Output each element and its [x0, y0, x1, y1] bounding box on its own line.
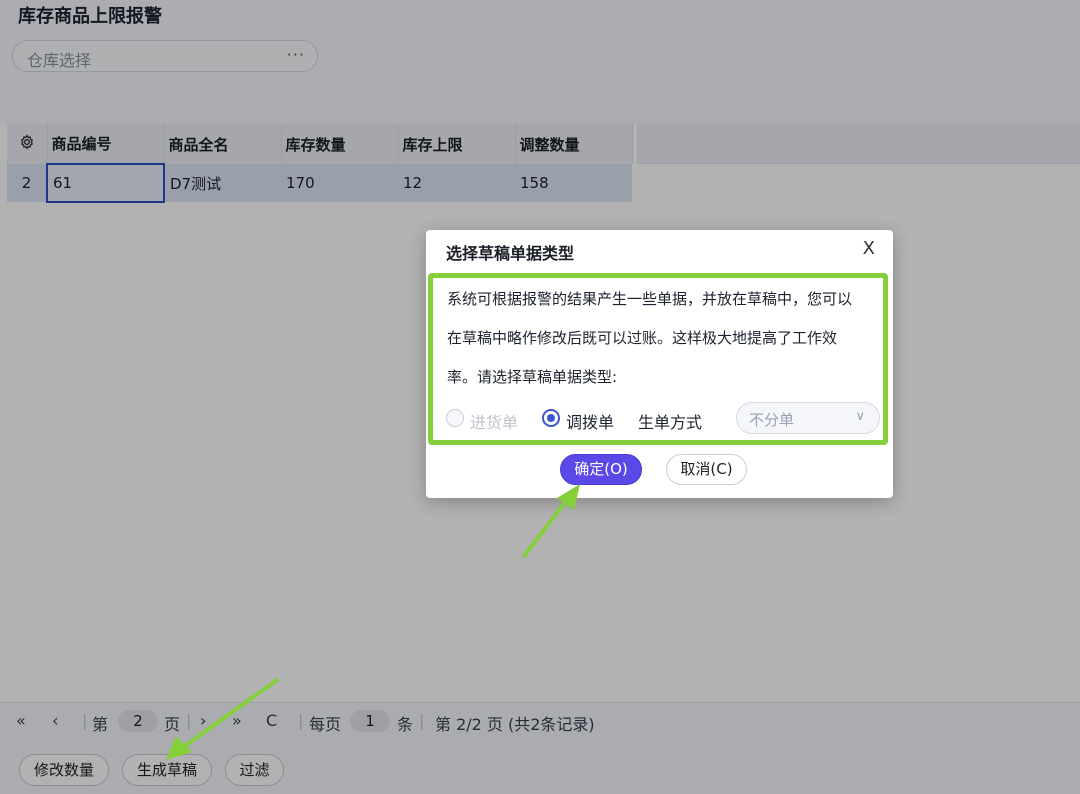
- main-page: 库存商品上限报警 仓库选择 ··· 商品编号 商品全名 库存数量 库存上限 调整…: [0, 0, 1080, 794]
- arrow-to-ok-button: [522, 484, 580, 558]
- arrow-to-generate-draft: [166, 678, 279, 760]
- annotation-arrows: [166, 484, 580, 760]
